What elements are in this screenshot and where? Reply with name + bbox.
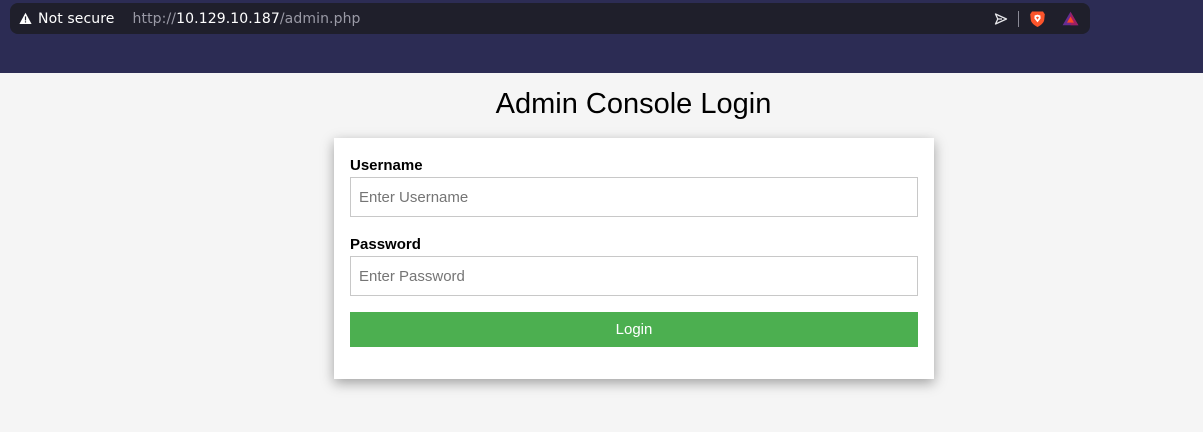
login-button[interactable]: Login — [350, 312, 918, 347]
toolbar-divider — [1018, 10, 1019, 27]
warning-triangle-icon — [19, 12, 32, 25]
address-bar[interactable]: Not secure http://10.129.10.187/admin.ph… — [10, 3, 1090, 34]
username-label: Username — [350, 157, 423, 174]
url-scheme: http:// — [132, 10, 177, 27]
url-host: 10.129.10.187 — [176, 10, 280, 27]
security-label: Not secure — [38, 10, 115, 27]
url-text[interactable]: http://10.129.10.187/admin.php — [133, 11, 361, 27]
login-form: Username Password Login — [334, 138, 934, 379]
omnibox-actions — [994, 3, 1079, 34]
share-icon[interactable] — [994, 12, 1008, 26]
password-input[interactable] — [350, 256, 918, 296]
brave-rewards-icon[interactable] — [1062, 11, 1079, 26]
security-indicator[interactable]: Not secure — [19, 3, 115, 34]
password-label: Password — [350, 236, 421, 253]
page-title: Admin Console Login — [495, 88, 772, 120]
username-input[interactable] — [350, 177, 918, 217]
browser-toolbar: Not secure http://10.129.10.187/admin.ph… — [0, 0, 1203, 73]
url-path: /admin.php — [279, 10, 361, 27]
brave-shields-icon[interactable] — [1029, 10, 1046, 28]
